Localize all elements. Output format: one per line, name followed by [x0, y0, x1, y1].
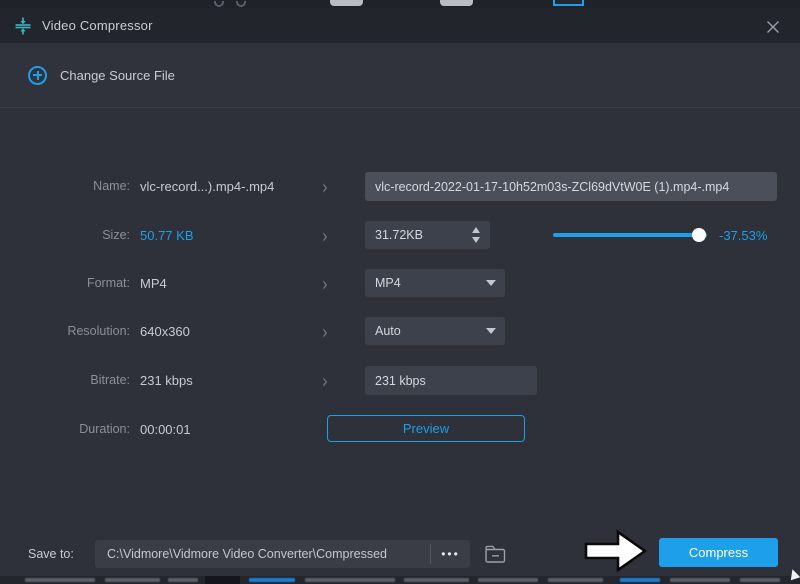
change-source-file-button[interactable]: Change Source File — [0, 66, 175, 85]
dialog-title: Video Compressor — [42, 18, 153, 33]
dialog-titlebar: Video Compressor — [0, 8, 800, 43]
clipped-text-fragment — [205, 576, 240, 584]
clipped-text-fragment — [105, 578, 160, 582]
bitrate-input[interactable]: 231 kbps — [365, 366, 537, 395]
open-folder-button[interactable] — [481, 541, 508, 567]
stepper-down-icon[interactable] — [472, 237, 480, 243]
size-input[interactable]: 31.72KB — [365, 221, 490, 249]
format-value: MP4 — [140, 276, 167, 291]
clipped-link-fragment — [249, 578, 295, 582]
name-input[interactable]: vlc-record-2022-01-17-10h52m03s-ZCl69dVt… — [365, 172, 777, 201]
annotation-arrow-icon — [584, 527, 648, 575]
chevron-right-icon: › — [322, 369, 328, 393]
close-button[interactable] — [760, 16, 786, 38]
size-reduction-percent: -37.53% — [719, 228, 767, 243]
format-select-value: MP4 — [375, 276, 401, 290]
browse-button[interactable]: ••• — [431, 540, 470, 568]
clipped-glyph-fragment — [236, 1, 246, 7]
plus-circle-icon — [28, 66, 47, 85]
bitrate-value: 231 kbps — [140, 373, 193, 388]
folder-icon — [483, 543, 507, 565]
clipped-text-fragment — [548, 578, 603, 582]
close-icon — [765, 19, 781, 35]
bottom-clipped-strip — [0, 576, 800, 584]
clipped-text-fragment — [740, 578, 780, 582]
clipped-button-fragment — [330, 0, 363, 6]
compress-button[interactable]: Compress — [659, 538, 778, 567]
bitrate-input-text: 231 kbps — [375, 374, 426, 388]
duration-label: Duration: — [30, 422, 130, 436]
save-path-input[interactable]: C:\Vidmore\Vidmore Video Converter\Compr… — [95, 547, 430, 561]
resolution-select[interactable]: Auto — [365, 317, 505, 345]
chevron-right-icon: › — [322, 175, 328, 199]
chevron-down-icon — [486, 328, 496, 334]
name-value: vlc-record...).mp4-.mp4 — [140, 179, 274, 194]
clipped-text-fragment — [25, 578, 95, 582]
clipped-button-fragment — [440, 0, 473, 6]
resolution-label: Resolution: — [30, 324, 130, 338]
size-input-text: 31.72KB — [375, 228, 423, 242]
resolution-select-value: Auto — [375, 324, 401, 338]
resolution-value: 640x360 — [140, 324, 190, 339]
clipped-text-fragment — [404, 578, 469, 582]
preview-button[interactable]: Preview — [327, 415, 525, 442]
size-slider[interactable] — [553, 233, 707, 237]
name-label: Name: — [30, 179, 130, 193]
size-value: 50.77 KB — [140, 228, 194, 243]
clipped-text-fragment — [478, 578, 538, 582]
clipped-link-fragment — [620, 578, 660, 582]
source-header-section: Change Source File — [0, 43, 800, 108]
format-select[interactable]: MP4 — [365, 269, 505, 297]
chevron-right-icon: › — [322, 224, 328, 248]
clipped-text-fragment — [305, 578, 395, 582]
chevron-right-icon: › — [322, 320, 328, 344]
compress-icon — [14, 17, 32, 35]
save-path-group: C:\Vidmore\Vidmore Video Converter\Compr… — [95, 540, 470, 568]
size-slider-handle[interactable] — [692, 228, 706, 242]
top-clipped-strip — [0, 0, 800, 8]
duration-value: 00:00:01 — [140, 422, 191, 437]
clipped-glyph-fragment — [214, 1, 224, 7]
chevron-right-icon: › — [322, 272, 328, 296]
name-input-text: vlc-record-2022-01-17-10h52m03s-ZCl69dVt… — [375, 180, 729, 194]
save-to-label: Save to: — [28, 547, 74, 561]
change-source-file-label: Change Source File — [60, 68, 175, 83]
stepper-up-icon[interactable] — [472, 227, 480, 233]
format-label: Format: — [30, 276, 130, 290]
bitrate-label: Bitrate: — [30, 373, 130, 387]
size-stepper[interactable] — [469, 221, 483, 249]
clipped-selected-tab-fragment — [553, 0, 584, 6]
clipped-text-fragment — [168, 578, 198, 582]
size-label: Size: — [30, 228, 130, 242]
chevron-down-icon — [486, 280, 496, 286]
clipped-text-fragment — [670, 578, 730, 582]
